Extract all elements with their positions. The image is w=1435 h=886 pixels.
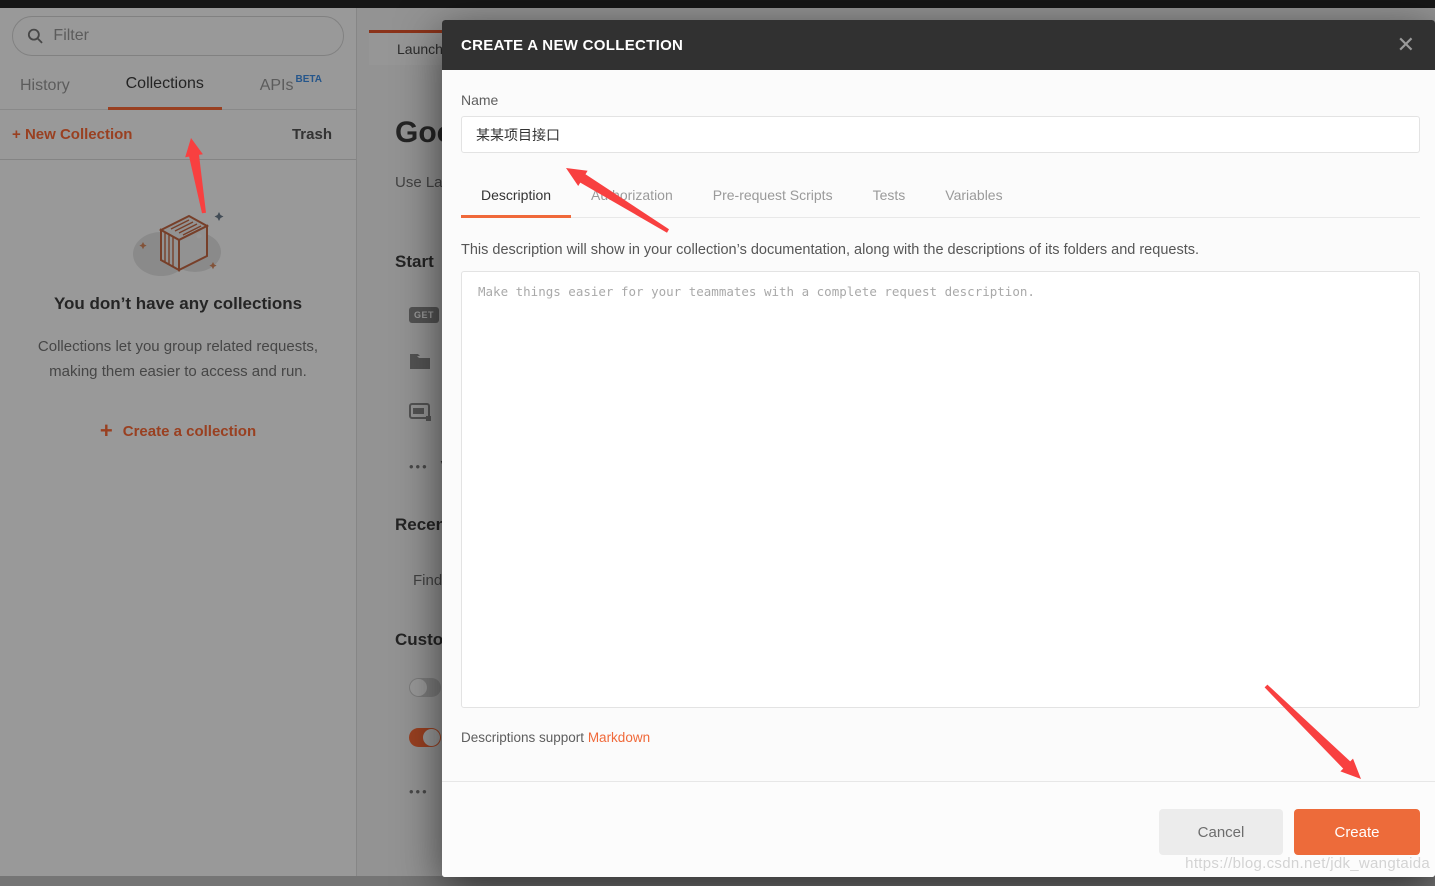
watermark-text: https://blog.csdn.net/jdk_wangtaida (1185, 855, 1430, 872)
create-button[interactable]: Create (1294, 809, 1420, 855)
tab-pre-request-scripts[interactable]: Pre-request Scripts (693, 179, 853, 218)
tab-variables[interactable]: Variables (925, 179, 1022, 218)
description-textarea[interactable] (461, 271, 1420, 708)
modal-title: CREATE A NEW COLLECTION (461, 36, 684, 54)
postman-app: History Collections APIsBETA + New Colle… (0, 0, 1435, 886)
modal-tabs: Description Authorization Pre-request Sc… (461, 179, 1420, 218)
description-hint-text: This description will show in your colle… (461, 242, 1199, 258)
tab-description[interactable]: Description (461, 179, 572, 218)
collection-name-input[interactable] (461, 116, 1420, 153)
markdown-note: Descriptions support Markdown (461, 730, 1420, 745)
markdown-note-prefix: Descriptions support (461, 730, 588, 745)
cancel-button[interactable]: Cancel (1159, 809, 1283, 855)
create-collection-modal: CREATE A NEW COLLECTION ✕ Name Descripti… (442, 20, 1435, 877)
modal-body: Name Description Authorization Pre-reque… (442, 70, 1435, 745)
close-icon[interactable]: ✕ (1397, 34, 1415, 56)
tab-authorization[interactable]: Authorization (571, 179, 693, 218)
markdown-link[interactable]: Markdown (588, 730, 650, 745)
modal-header: CREATE A NEW COLLECTION ✕ (442, 20, 1435, 70)
name-field-label: Name (461, 92, 499, 108)
tab-tests[interactable]: Tests (853, 179, 926, 218)
